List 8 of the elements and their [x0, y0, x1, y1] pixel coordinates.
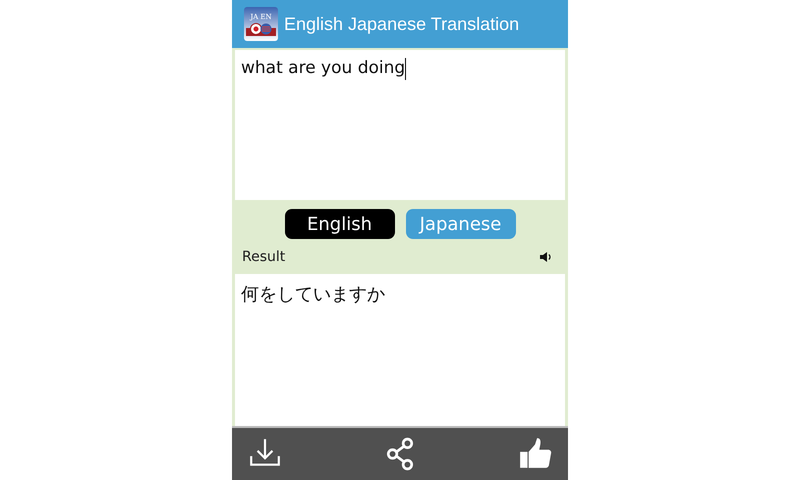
thumbs-up-icon[interactable] [518, 437, 552, 471]
flags-icon [246, 22, 276, 36]
window-title: English Japanese Translation [284, 14, 520, 34]
speaker-icon[interactable] [540, 252, 552, 262]
language-button[interactable]: English [284, 209, 394, 239]
input-field[interactable]: what are you doing [235, 50, 565, 200]
result-label: Result [242, 249, 286, 265]
result-text: 何をしていますか [235, 274, 565, 426]
